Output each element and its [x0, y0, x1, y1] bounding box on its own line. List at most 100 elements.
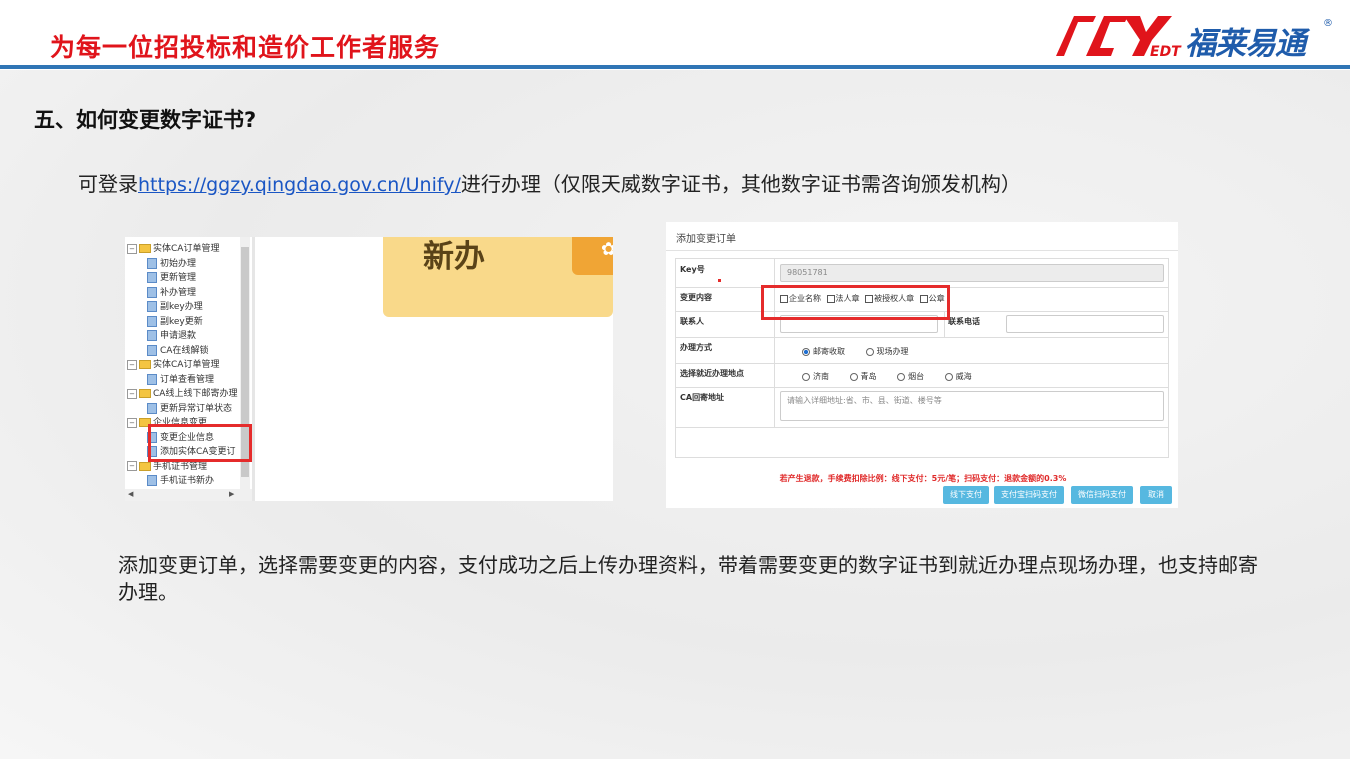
- unify-link[interactable]: https://ggzy.qingdao.gov.cn/Unify/: [138, 174, 461, 196]
- tree-label: 副key更新: [160, 316, 203, 327]
- tree-item[interactable]: 补办管理: [147, 286, 196, 300]
- key-label: Key号: [680, 265, 705, 274]
- tree-item[interactable]: 更新异常订单状态: [147, 402, 232, 416]
- header-divider: [0, 65, 1350, 69]
- tree-label: 手机证书新办: [160, 476, 215, 486]
- radio-yantai-label: 烟台: [908, 372, 925, 381]
- tree-label: 更新管理: [160, 273, 197, 283]
- tree-item[interactable]: 更新管理: [147, 271, 196, 285]
- section-heading: 五、如何变更数字证书?: [34, 108, 257, 132]
- radio-yantai-dot[interactable]: [897, 372, 906, 381]
- radio-jinan[interactable]: 济南: [802, 371, 829, 382]
- tree-item[interactable]: 订单查看管理: [147, 373, 214, 387]
- phone-input[interactable]: [1006, 315, 1164, 333]
- row-address: CA回寄地址 请输入详细地址:省、市、县、街道、楼号等: [676, 387, 1168, 428]
- registered-mark: ®: [1323, 18, 1333, 29]
- collapse-toggle-icon[interactable]: −: [127, 461, 137, 471]
- page-icon: [147, 330, 157, 341]
- key-input: 98051781: [780, 264, 1164, 282]
- location-options: 济南 青岛 烟台 威海: [802, 371, 990, 382]
- collapse-toggle-icon[interactable]: −: [127, 417, 137, 428]
- folder-icon: [139, 461, 151, 471]
- tree-item[interactable]: 副key更新: [147, 315, 203, 329]
- page-icon: [147, 373, 157, 385]
- page-icon: [147, 257, 157, 269]
- page-icon: [147, 286, 157, 298]
- folder-icon: [139, 244, 151, 253]
- tree-item[interactable]: CA在线解锁: [147, 344, 208, 358]
- phone-label: 联系电话: [948, 317, 980, 326]
- page-icon: [147, 272, 157, 283]
- radio-mail-label: 邮寄收取: [813, 347, 845, 356]
- method-label: 办理方式: [680, 343, 712, 352]
- row-method: 办理方式 邮寄收取 现场办理: [676, 337, 1168, 364]
- tree-label: CA线上线下邮寄办理: [153, 389, 238, 399]
- tree-item[interactable]: 手机证书新办: [147, 474, 214, 488]
- tree-label: 更新异常订单状态: [160, 403, 233, 414]
- tree-label: CA在线解锁: [160, 345, 209, 356]
- radio-qingdao-dot[interactable]: [849, 372, 858, 381]
- radio-onsite[interactable]: 现场办理: [865, 346, 909, 357]
- intro-suffix: 进行办理（仅限天威数字证书，其他数字证书需咨询颁发机构）: [460, 172, 1021, 196]
- description-text: 添加变更订单，选择需要变更的内容，支付成功之后上传办理资料，带着需要变更的数字证…: [118, 553, 1258, 604]
- collapse-toggle-icon[interactable]: −: [127, 388, 137, 399]
- alipay-button[interactable]: 支付宝扫码支付: [994, 486, 1064, 504]
- radio-weihai[interactable]: 威海: [944, 371, 972, 382]
- intro-prefix: 可登录: [78, 172, 138, 196]
- page-icon: [147, 315, 157, 327]
- cancel-button[interactable]: 取消: [1140, 486, 1172, 504]
- tree-label: 手机证书管理: [153, 461, 208, 472]
- scroll-right-icon[interactable]: ▶: [229, 490, 234, 498]
- folder-icon: [139, 389, 151, 398]
- tree-item[interactable]: 副key办理: [147, 300, 203, 314]
- change-content-label: 变更内容: [680, 293, 712, 302]
- tree-label: 申请退款: [160, 331, 197, 341]
- tree-item[interactable]: 初始办理: [147, 257, 196, 271]
- radio-weihai-label: 威海: [955, 372, 972, 381]
- radio-mail-dot[interactable]: [802, 347, 810, 356]
- tree-folder[interactable]: − 实体CA订单管理: [127, 242, 219, 256]
- collapse-toggle-icon[interactable]: −: [127, 243, 137, 254]
- offline-pay-button[interactable]: 线下支付: [943, 486, 989, 504]
- tree-folder[interactable]: − CA线上线下邮寄办理: [127, 387, 237, 401]
- method-options: 邮寄收取 现场办理: [802, 346, 927, 357]
- wechat-pay-button[interactable]: 微信扫码支付: [1071, 486, 1133, 504]
- tree-horizontal-scrollbar[interactable]: ◀ ▶: [125, 489, 252, 501]
- card-title: 新办: [423, 239, 485, 275]
- radio-jinan-dot[interactable]: [802, 372, 810, 381]
- page-icon: [147, 475, 157, 486]
- row-location: 选择就近办理地点 济南 青岛 烟台 威海: [676, 363, 1168, 388]
- tree-label: 初始办理: [160, 258, 197, 269]
- intro-line: 可登录https://ggzy.qingdao.gov.cn/Unify/进行办…: [78, 168, 1021, 197]
- tree-label: 订单查看管理: [160, 374, 215, 385]
- collapse-toggle-icon[interactable]: −: [127, 359, 137, 370]
- row-key: Key号 98051781: [676, 259, 1168, 288]
- logo-brand-text: 福莱易通: [1185, 26, 1306, 62]
- tree-label: 副key办理: [160, 302, 203, 312]
- page-icon: [147, 344, 157, 356]
- radio-qingdao[interactable]: 青岛: [849, 371, 877, 382]
- radio-weihai-dot[interactable]: [944, 372, 953, 381]
- highlight-box-change-content: [761, 285, 950, 320]
- radio-jinan-label: 济南: [813, 372, 829, 381]
- logo-mark: EDT: [1150, 44, 1182, 60]
- radio-mail[interactable]: 邮寄收取: [802, 346, 845, 357]
- tree-folder[interactable]: − 实体CA订单管理: [127, 358, 219, 372]
- page-icon: [147, 301, 157, 312]
- highlight-box-menu: [148, 424, 252, 462]
- tree-label: 实体CA订单管理: [153, 360, 220, 370]
- address-textarea[interactable]: 请输入详细地址:省、市、县、街道、楼号等: [780, 391, 1164, 421]
- location-label: 选择就近办理地点: [680, 369, 744, 378]
- refund-notice: 若产生退款，手续费扣除比例：线下支付：5元/笔；扫码支付：退款金额的0.3%: [779, 474, 1067, 483]
- right-screenshot: 添加变更订单 Key号 98051781 变更内容 企业名称 法人章 被授权人章…: [666, 222, 1178, 508]
- tree-item[interactable]: 申请退款: [147, 329, 196, 343]
- marker-dot: [718, 279, 721, 282]
- address-label: CA回寄地址: [680, 393, 725, 402]
- tree-label: 补办管理: [160, 287, 197, 298]
- pane-divider: [252, 237, 255, 501]
- page-icon: [147, 402, 157, 414]
- scroll-left-icon[interactable]: ◀: [128, 490, 133, 498]
- radio-yantai[interactable]: 烟台: [897, 371, 924, 382]
- slogan-title: 为每一位招投标和造价工作者服务: [50, 33, 441, 62]
- radio-onsite-dot[interactable]: [865, 347, 874, 356]
